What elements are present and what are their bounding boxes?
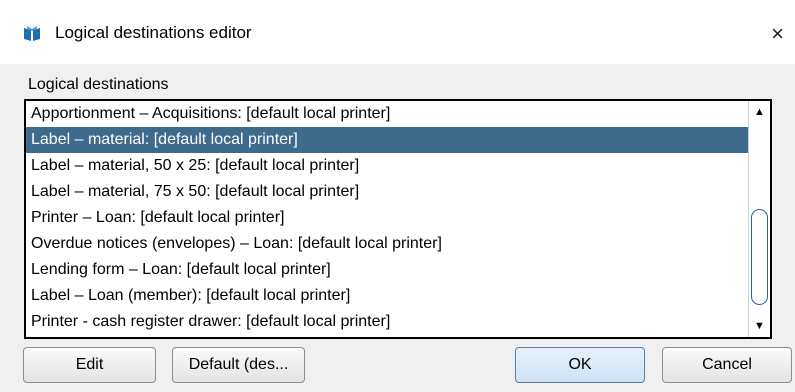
list-item[interactable]: Printer - cash register drawer: [default… xyxy=(26,309,768,335)
default-button[interactable]: Default (des... xyxy=(172,347,305,383)
scrollbar-thumb[interactable] xyxy=(751,209,768,305)
list-items-container: Apportionment – Acquisitions: [default l… xyxy=(26,101,768,335)
list-item[interactable]: Label – material: [default local printer… xyxy=(26,127,768,153)
edit-button[interactable]: Edit xyxy=(23,347,156,383)
dialog-content: Logical destinations Apportionment – Acq… xyxy=(0,64,795,392)
cancel-button[interactable]: Cancel xyxy=(662,347,792,383)
list-item[interactable]: Lending form – Loan: [default local prin… xyxy=(26,257,768,283)
title-bar: Logical destinations editor × xyxy=(0,0,795,64)
ok-button[interactable]: OK xyxy=(515,347,645,383)
list-item[interactable]: Label – material, 50 x 25: [default loca… xyxy=(26,153,768,179)
list-item[interactable]: Apportionment – Acquisitions: [default l… xyxy=(26,101,768,127)
scroll-up-icon[interactable]: ▲ xyxy=(749,101,770,123)
list-item[interactable]: Label – Loan (member): [default local pr… xyxy=(26,283,768,309)
list-item[interactable]: Overdue notices (envelopes) – Loan: [def… xyxy=(26,231,768,257)
close-button[interactable]: × xyxy=(760,15,795,53)
book-icon xyxy=(24,26,40,41)
destinations-list[interactable]: Apportionment – Acquisitions: [default l… xyxy=(24,99,772,339)
scroll-down-icon[interactable]: ▼ xyxy=(749,315,770,337)
logical-destinations-label: Logical destinations xyxy=(28,76,169,93)
window-title: Logical destinations editor xyxy=(55,23,252,42)
vertical-scrollbar[interactable]: ▲ ▼ xyxy=(748,101,770,337)
list-item[interactable]: Label – material, 75 x 50: [default loca… xyxy=(26,179,768,205)
list-item[interactable]: Printer – Loan: [default local printer] xyxy=(26,205,768,231)
